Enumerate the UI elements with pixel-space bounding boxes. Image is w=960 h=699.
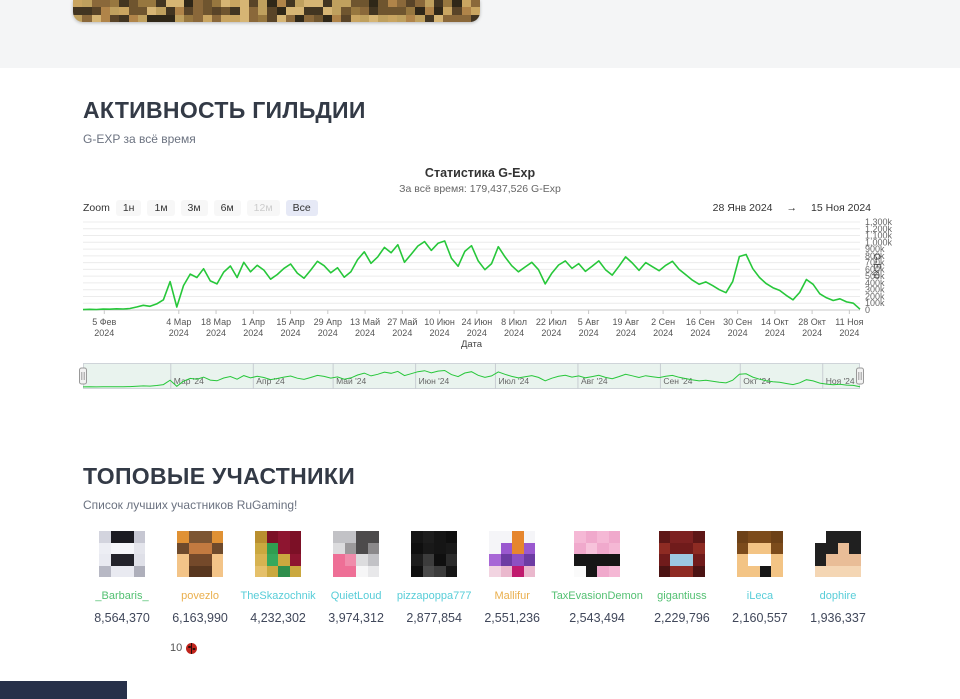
top-band bbox=[0, 0, 960, 68]
member-card: Mallifur 2,551,236 bbox=[473, 531, 551, 625]
member-name-link[interactable]: iLeca bbox=[747, 590, 773, 602]
member-gexp-value: 2,160,557 bbox=[732, 611, 788, 625]
svg-text:10 Июн2024: 10 Июн2024 bbox=[424, 317, 455, 338]
svg-text:29 Апр2024: 29 Апр2024 bbox=[314, 317, 342, 338]
zoom-button-Все[interactable]: Все bbox=[286, 200, 318, 216]
zoom-button-12м[interactable]: 12м bbox=[247, 200, 280, 216]
member-card: povezlo 6,163,990 bbox=[161, 531, 239, 625]
member-gexp-value: 2,543,494 bbox=[569, 611, 625, 625]
member-gexp-value: 1,936,337 bbox=[810, 611, 866, 625]
member-avatar[interactable] bbox=[411, 531, 457, 577]
member-gexp-value: 4,232,302 bbox=[250, 611, 306, 625]
svg-text:Дата: Дата bbox=[461, 339, 483, 350]
navigator-handle-left[interactable] bbox=[80, 368, 87, 384]
member-card: TheSkazochnik 4,232,302 bbox=[239, 531, 317, 625]
svg-text:18 Мар2024: 18 Мар2024 bbox=[201, 317, 231, 338]
member-gexp-value: 2,229,796 bbox=[654, 611, 710, 625]
member-gexp-value: 2,551,236 bbox=[484, 611, 540, 625]
chart-subtitle: За всё время: 179,437,526 G-Exp bbox=[83, 183, 877, 195]
svg-text:G-Exp: G-Exp bbox=[872, 253, 882, 279]
member-card: dophire 1,936,337 bbox=[799, 531, 877, 625]
chart-svg[interactable]: 0100k200k300k400k500k600k700k800k900k1,0… bbox=[83, 218, 877, 352]
banner-image bbox=[73, 0, 480, 22]
svg-text:1 Апр2024: 1 Апр2024 bbox=[242, 317, 265, 338]
svg-text:19 Авг2024: 19 Авг2024 bbox=[613, 317, 640, 338]
member-avatar[interactable] bbox=[99, 531, 145, 577]
svg-text:Июл '24: Июл '24 bbox=[498, 376, 529, 386]
page-indicator: 10 bbox=[170, 642, 197, 654]
top-members-title: ТОПОВЫЕ УЧАСТНИКИ bbox=[83, 463, 355, 489]
member-name-link[interactable]: gigantiuss bbox=[657, 590, 707, 602]
member-card: pizzapoppa777 2,877,854 bbox=[395, 531, 473, 625]
member-name-link[interactable]: povezlo bbox=[181, 590, 219, 602]
zoom-label: Zoom bbox=[83, 202, 110, 214]
member-name-link[interactable]: QuietLoud bbox=[331, 590, 382, 602]
member-card: QuietLoud 3,974,312 bbox=[317, 531, 395, 625]
zoom-button-6м[interactable]: 6м bbox=[214, 200, 241, 216]
member-avatar[interactable] bbox=[255, 531, 301, 577]
navigator-svg[interactable]: Мар '24Апр '24Май '24Июн '24Июл '24Авг '… bbox=[83, 363, 860, 389]
guild-activity-section: АКТИВНОСТЬ ГИЛЬДИИ G-EXP за всё время bbox=[83, 97, 366, 146]
range-to-input[interactable]: 15 Ноя 2024 bbox=[811, 202, 871, 214]
member-gexp-value: 8,564,370 bbox=[94, 611, 150, 625]
zoom-button-1м[interactable]: 1м bbox=[147, 200, 174, 216]
member-card: _Barbaris_ 8,564,370 bbox=[83, 531, 161, 625]
member-gexp-value: 2,877,854 bbox=[406, 611, 462, 625]
svg-text:1,300k: 1,300k bbox=[865, 217, 893, 227]
guild-activity-subtitle: G-EXP за всё время bbox=[83, 132, 366, 146]
footer bbox=[0, 681, 127, 699]
member-avatar[interactable] bbox=[489, 531, 535, 577]
member-card: iLeca 2,160,557 bbox=[721, 531, 799, 625]
svg-text:24 Июн2024: 24 Июн2024 bbox=[461, 317, 492, 338]
member-name-link[interactable]: _Barbaris_ bbox=[95, 590, 148, 602]
member-card: gigantiuss 2,229,796 bbox=[643, 531, 721, 625]
member-gexp-value: 3,974,312 bbox=[328, 611, 384, 625]
top-members-subtitle: Список лучших участников RuGaming! bbox=[83, 498, 355, 512]
chart-title: Статистика G-Exp bbox=[83, 166, 877, 180]
navigator-handle-right[interactable] bbox=[857, 368, 864, 384]
member-avatar[interactable] bbox=[574, 531, 620, 577]
member-avatar[interactable] bbox=[659, 531, 705, 577]
member-name-link[interactable]: TheSkazochnik bbox=[240, 590, 315, 602]
gexp-chart: Статистика G-Exp За всё время: 179,437,5… bbox=[83, 166, 877, 398]
page-indicator-count: 10 bbox=[170, 642, 182, 654]
svg-text:8 Июл2024: 8 Июл2024 bbox=[501, 317, 527, 338]
member-gexp-value: 6,163,990 bbox=[172, 611, 228, 625]
top-members-section: ТОПОВЫЕ УЧАСТНИКИ Список лучших участник… bbox=[83, 463, 355, 512]
zoom-button-3м[interactable]: 3м bbox=[181, 200, 208, 216]
member-name-link[interactable]: TaxEvasionDemon bbox=[551, 590, 643, 602]
zoom-button-1н[interactable]: 1н bbox=[116, 200, 142, 216]
svg-text:4 Мар2024: 4 Мар2024 bbox=[166, 317, 191, 338]
svg-text:22 Июл2024: 22 Июл2024 bbox=[536, 317, 567, 338]
guild-activity-title: АКТИВНОСТЬ ГИЛЬДИИ bbox=[83, 97, 366, 123]
member-name-link[interactable]: dophire bbox=[820, 590, 857, 602]
member-name-link[interactable]: pizzapoppa777 bbox=[397, 590, 472, 602]
member-avatar[interactable] bbox=[815, 531, 861, 577]
range-arrow-icon: → bbox=[787, 202, 798, 214]
svg-text:Июн '24: Июн '24 bbox=[419, 376, 450, 386]
members-grid: _Barbaris_ 8,564,370 povezlo 6,163,990 TheSk… bbox=[83, 531, 877, 625]
svg-text:27 Май2024: 27 Май2024 bbox=[387, 317, 417, 338]
member-avatar[interactable] bbox=[177, 531, 223, 577]
member-card: TaxEvasionDemon 2,543,494 bbox=[551, 531, 643, 625]
svg-text:13 Май2024: 13 Май2024 bbox=[350, 317, 380, 338]
svg-text:28 Окт2024: 28 Окт2024 bbox=[798, 317, 826, 338]
ladybug-icon bbox=[186, 643, 197, 654]
member-name-link[interactable]: Mallifur bbox=[494, 590, 529, 602]
svg-text:14 Окт2024: 14 Окт2024 bbox=[761, 317, 789, 338]
zoom-buttons: 1н 1м 3м 6м 12м Все bbox=[116, 200, 318, 216]
svg-text:5 Авг2024: 5 Авг2024 bbox=[578, 317, 600, 338]
svg-text:5 Фев2024: 5 Фев2024 bbox=[92, 317, 116, 338]
svg-text:11 Ноя2024: 11 Ноя2024 bbox=[835, 317, 863, 338]
chart-controls: Zoom 1н 1м 3м 6м 12м Все 28 Янв 2024 → 15 Ноя… bbox=[83, 199, 871, 216]
svg-text:2 Сен2024: 2 Сен2024 bbox=[651, 317, 675, 338]
svg-text:16 Сен2024: 16 Сен2024 bbox=[686, 317, 715, 338]
member-avatar[interactable] bbox=[737, 531, 783, 577]
svg-text:30 Сен2024: 30 Сен2024 bbox=[723, 317, 752, 338]
range-from-input[interactable]: 28 Янв 2024 bbox=[713, 202, 773, 214]
svg-text:15 Апр2024: 15 Апр2024 bbox=[276, 317, 304, 338]
member-avatar[interactable] bbox=[333, 531, 379, 577]
